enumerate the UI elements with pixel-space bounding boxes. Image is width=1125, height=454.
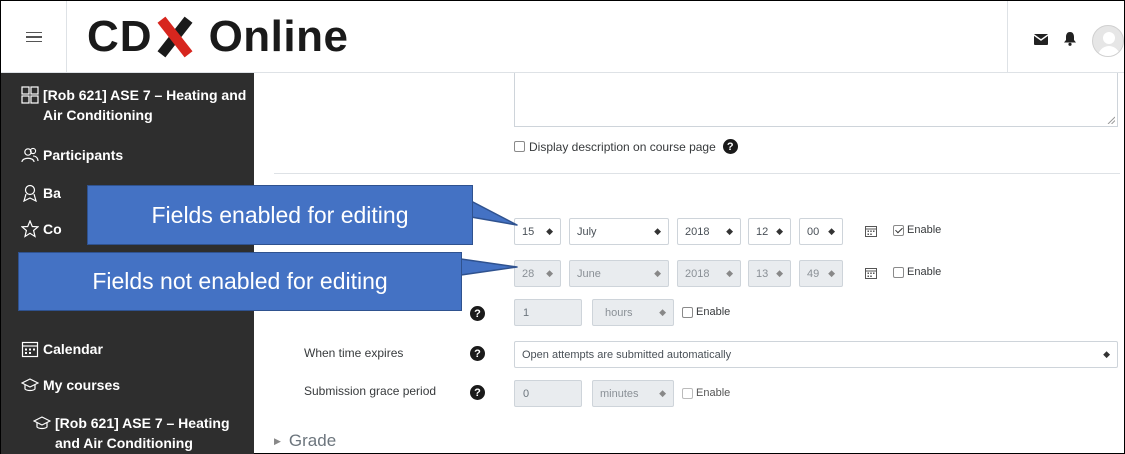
navbar-divider [1007,1,1008,73]
grace-period-unit-select[interactable]: minutes ◆ [592,380,674,407]
grade-section-title: Grade [288,431,337,450]
when-time-expires-select[interactable]: Open attempts are submitted automaticall… [514,341,1118,368]
enable-label: Enable [907,266,942,278]
display-description-checkbox[interactable] [514,141,525,152]
graduation-cap-icon [21,378,39,392]
avatar[interactable] [1092,25,1124,57]
resize-grip-icon[interactable] [1107,116,1115,124]
sidebar-item-my-courses[interactable]: My courses [21,375,120,395]
brand-online-text: Online [208,12,349,61]
close-enable-option: Enable [893,266,941,278]
open-year-select[interactable]: 2018 ◆ [677,218,741,245]
callout-fields-enabled: Fields enabled for editing [87,185,473,245]
grade-section-toggle[interactable]: ▶ Grade [274,431,336,451]
menu-toggle-button[interactable] [1,1,67,73]
sidebar-item-label: [Rob 621] ASE 7 – Heating and Air Conditi… [55,415,230,451]
site-logo[interactable]: CD Online [87,9,348,65]
help-icon[interactable]: ? [470,306,485,321]
close-minute-select[interactable]: 49 ◆ [799,260,843,287]
close-year-select[interactable]: 2018 ◆ [677,260,741,287]
sidebar-item-calendar[interactable]: Calendar [21,339,103,359]
brand-logo: CD [87,12,195,62]
sidebar-item-course[interactable]: [Rob 621] ASE 7 – Heating and Air Conditi… [21,85,246,125]
close-month-select[interactable]: June ◆ [569,260,669,287]
graduation-cap-icon [33,416,51,430]
enable-label: Enable [696,306,731,318]
grace-period-label: Submission grace period [304,384,437,398]
open-day-select[interactable]: 15 ◆ [514,218,561,245]
grace-period-enable-option: Enable [682,387,730,399]
description-textarea[interactable] [514,73,1118,127]
badges-icon [23,184,37,202]
grace-period-input[interactable]: 0 [514,380,582,407]
help-icon[interactable]: ? [470,346,485,361]
sidebar-item-competencies[interactable]: Co [21,219,62,239]
sidebar-item-participants[interactable]: Participants [21,145,123,165]
enable-label: Enable [696,387,731,399]
sidebar-item-label: Calendar [43,341,103,357]
help-icon[interactable]: ? [470,385,485,400]
brand-x-mark [155,16,193,58]
display-description-option: Display description on course page ? [514,139,738,154]
close-day-select[interactable]: 28 ◆ [514,260,561,287]
brand-cd-text: CD [87,12,153,61]
time-limit-enable-checkbox[interactable] [682,306,693,318]
help-icon[interactable]: ? [722,139,738,154]
sidebar-item-course-link[interactable]: [Rob 621] ASE 7 – Heating and Air Conditi… [33,413,230,453]
sidebar-item-label: Co [43,221,62,237]
collapsed-arrow-icon: ▶ [274,435,281,446]
close-hour-select[interactable]: 13 ◆ [748,260,791,287]
open-enable-checkbox[interactable] [893,224,904,236]
open-month-select[interactable]: July ◆ [569,218,669,245]
time-limit-input[interactable]: 1 [514,299,582,326]
top-navbar: CD Online ▼ [1,1,1124,73]
mail-icon[interactable] [1033,32,1049,50]
sidebar-item-label: My courses [43,377,121,393]
sidebar-item-label: Ba [43,185,61,201]
open-minute-select[interactable]: 00 ◆ [799,218,843,245]
navbar-user-tools: ▼ [1033,25,1125,57]
section-divider [274,173,1120,174]
close-enable-checkbox[interactable] [893,266,904,278]
calendar-icon [21,341,39,358]
sidebar-item-badges[interactable]: Ba [21,183,61,203]
time-limit-unit-select[interactable]: hours ◆ [592,299,674,326]
menu-icon [25,29,42,46]
open-hour-select[interactable]: 12 ◆ [748,218,791,245]
calendar-icon[interactable] [865,267,877,279]
sidebar-item-label: Participants [43,147,124,163]
sidebar-item-label: [Rob 621] ASE 7 – Heating and Air Conditi… [43,87,247,123]
grace-period-enable-checkbox[interactable] [682,387,693,399]
enable-label: Enable [907,224,942,236]
when-time-expires-label: When time expires [304,346,404,360]
callout-fields-not-enabled: Fields not enabled for editing [18,252,462,311]
course-grid-icon [21,86,39,104]
participants-icon [21,147,39,163]
display-description-label: Display description on course page [529,139,716,154]
time-limit-enable-option: Enable [682,306,730,318]
calendar-icon[interactable] [865,225,877,237]
star-icon [21,220,39,238]
bell-icon[interactable] [1064,31,1076,51]
open-enable-option: Enable [893,224,941,236]
